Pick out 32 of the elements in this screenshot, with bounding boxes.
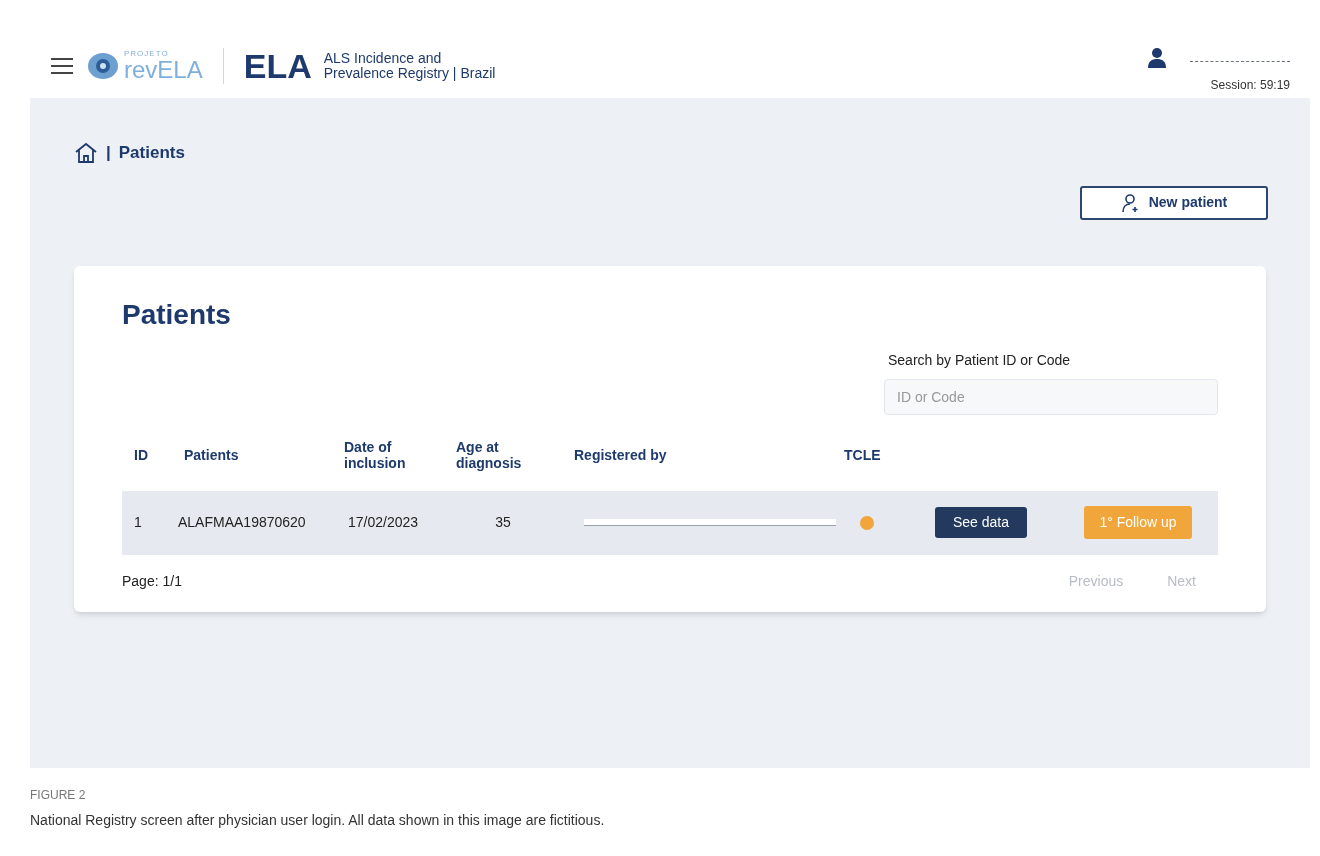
column-header: Registered by xyxy=(573,445,668,465)
see-data-button[interactable]: See data xyxy=(935,507,1027,538)
follow-up-button[interactable]: 1° Follow up xyxy=(1084,506,1192,539)
logo-text: revELA xyxy=(124,58,203,82)
logo-prefix: PROJETO xyxy=(124,50,170,58)
registry-subtitle: Prevalence Registry | Brazil xyxy=(323,66,496,81)
breadcrumb-separator: | xyxy=(106,142,111,164)
add-user-icon xyxy=(1120,192,1141,213)
column-header: Date of inclusion xyxy=(343,437,407,473)
menu-icon[interactable] xyxy=(50,57,74,75)
column-header: ID xyxy=(133,445,149,465)
column-header: Patients xyxy=(183,445,240,465)
user-icon xyxy=(1148,48,1166,68)
logo-icon xyxy=(86,51,120,81)
brand-logo: ELA xyxy=(243,49,312,83)
search-label: Search by Patient ID or Code xyxy=(888,350,1072,370)
figure-label: FIGURE 2 xyxy=(30,787,87,804)
table-cell-text: 1 xyxy=(133,513,143,532)
page-indicator: Page: 1/1 xyxy=(122,571,182,591)
breadcrumb-current: Patients xyxy=(118,142,185,164)
home-icon[interactable] xyxy=(74,141,98,164)
new-patient-button[interactable]: New patient xyxy=(1080,185,1268,220)
search-field[interactable]: ID or Code xyxy=(884,378,1218,415)
table-cell-text: 17/02/2023 xyxy=(347,513,420,532)
column-header: TCLE xyxy=(843,445,882,465)
figure-caption: National Registry screen after physician user login. All data shown in this image are fictitious. xyxy=(30,811,605,830)
column-header: Age at diagnosis xyxy=(455,437,523,473)
card-title: Patients xyxy=(122,297,232,332)
registry-subtitle: ALS Incidence and xyxy=(323,51,443,66)
table-cell-text: 35 xyxy=(494,513,512,532)
session-timer: Session: 59:19 xyxy=(1210,77,1290,94)
table-cell-text: ALAFMAA19870620 xyxy=(177,513,307,532)
